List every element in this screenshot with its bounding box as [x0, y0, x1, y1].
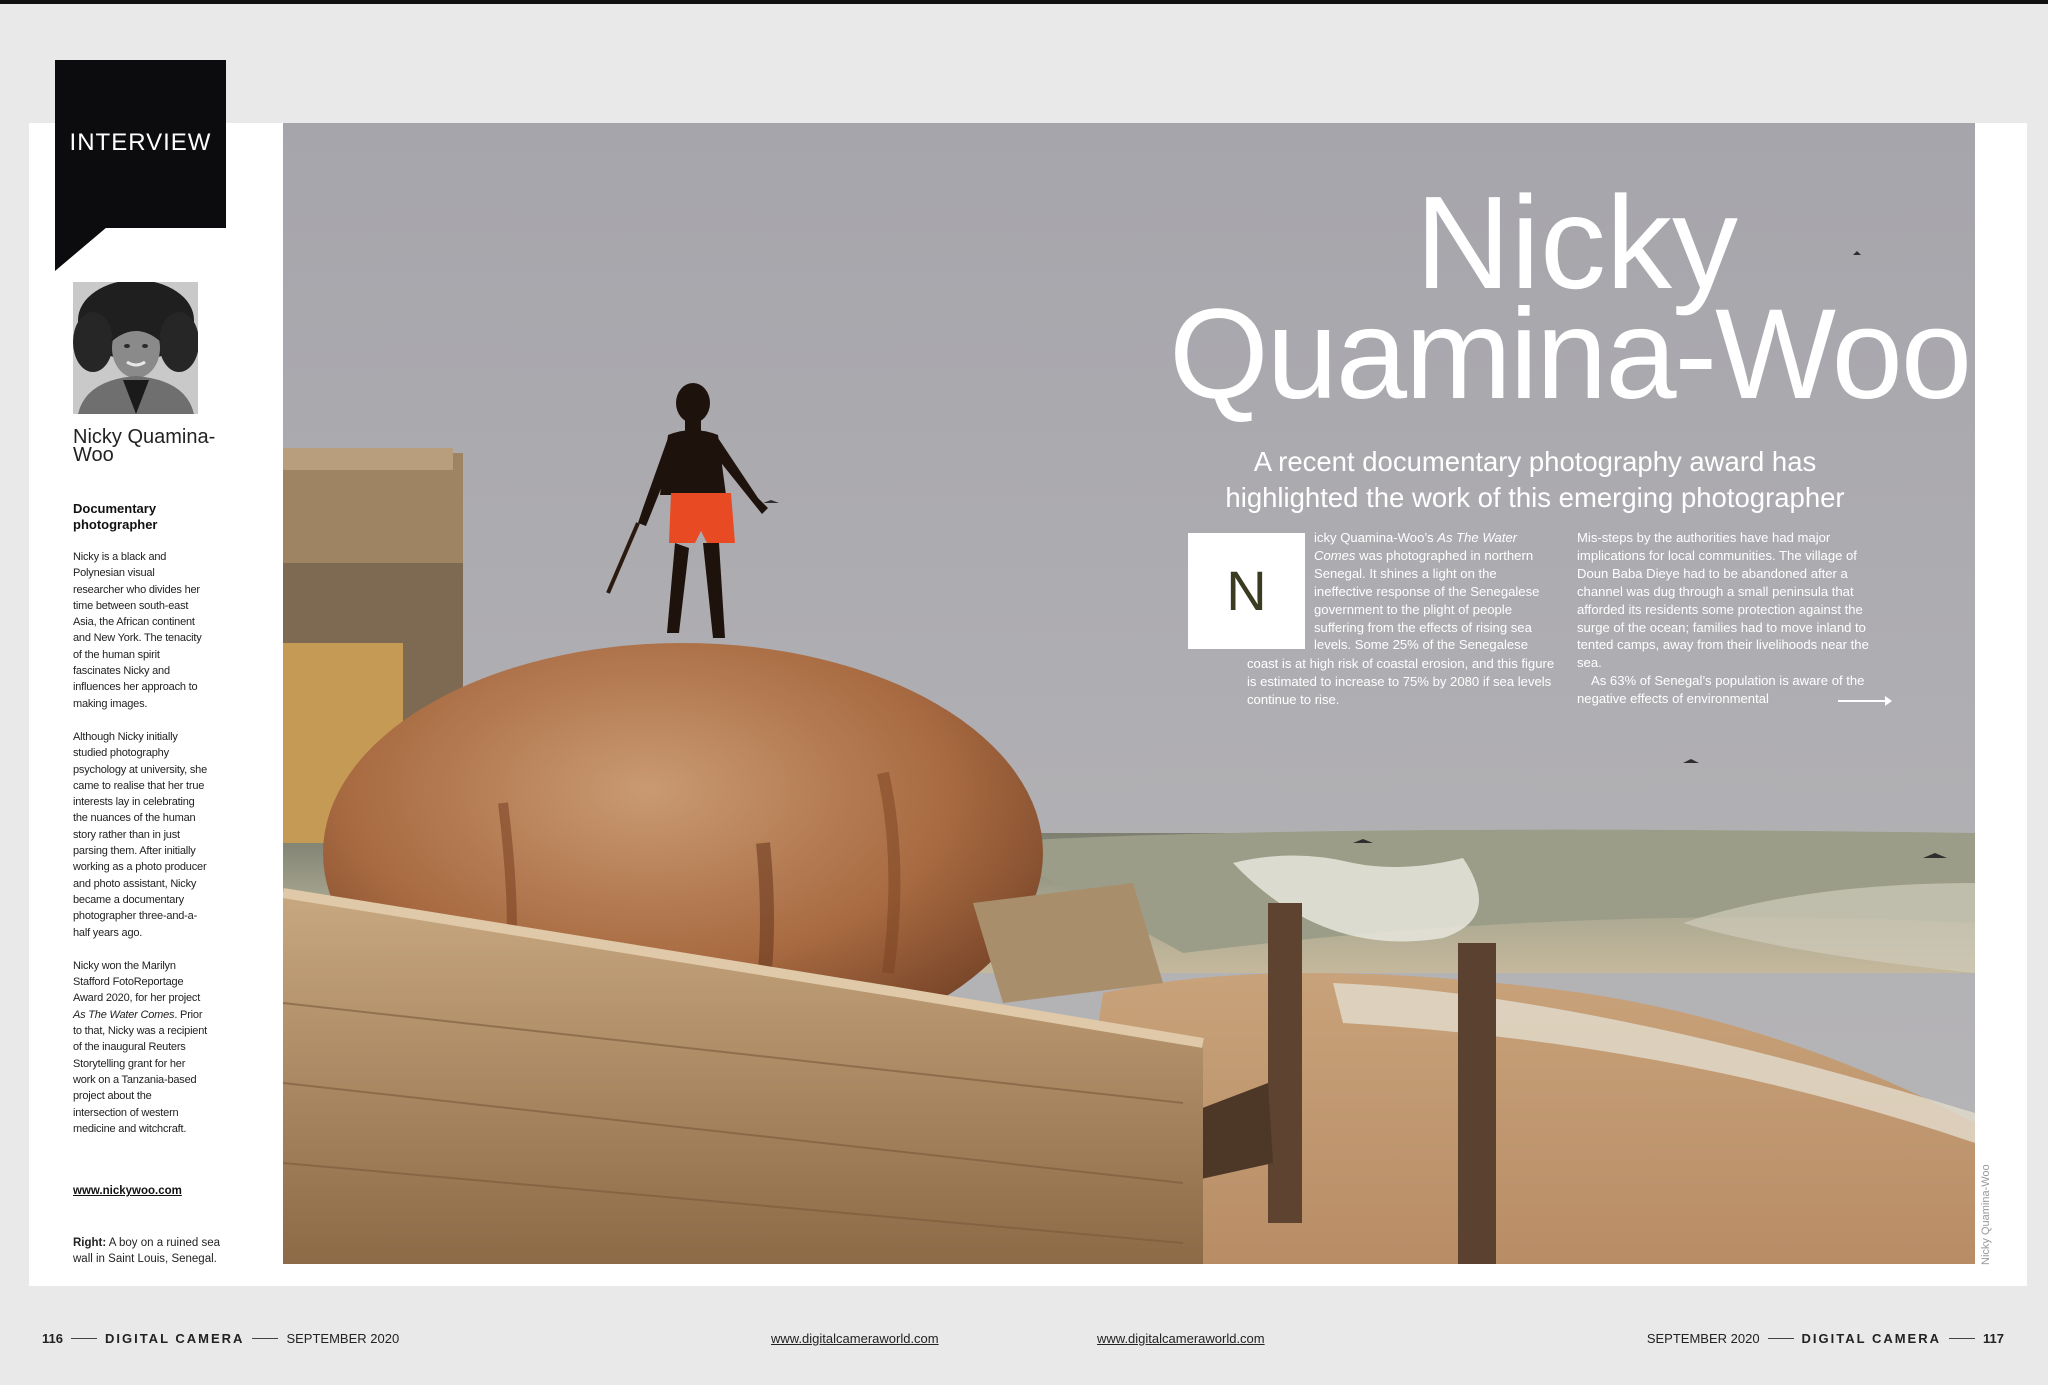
body-text: As 63% of Senegal’s population is aware … — [1577, 673, 1865, 707]
folio-rule — [70, 1338, 97, 1339]
speech-bubble-tail-icon — [55, 227, 107, 271]
page-number: 116 — [42, 1331, 63, 1346]
footer-website-link[interactable]: www.digitalcameraworld.com — [771, 1331, 939, 1346]
body-text-column-1-top: icky Quamina-Woo’s As The Water Comes wa… — [1314, 529, 1554, 654]
bio-paragraph: Nicky is a black and Polynesian visual r… — [73, 551, 202, 710]
issue-date: SEPTEMBER 2020 — [1646, 1331, 1760, 1346]
drop-cap: N — [1188, 533, 1305, 649]
magazine-name: DIGITAL CAMERA — [1801, 1331, 1942, 1346]
body-paragraph: Mis-steps by the authorities have had ma… — [1577, 530, 1869, 671]
footer-website-link[interactable]: www.digitalcameraworld.com — [1097, 1331, 1265, 1346]
photo-caption: Right: A boy on a ruined sea wall in Sai… — [73, 1235, 223, 1267]
issue-date: SEPTEMBER 2020 — [286, 1331, 400, 1346]
standfirst-line: A recent documentary photography award h… — [1253, 446, 1817, 477]
body-paragraph: As 63% of Senegal’s population is aware … — [1577, 672, 1877, 708]
bio-paragraph: Nicky won the Marilyn Stafford FotoRepor… — [73, 958, 208, 1137]
bio-paragraph: Although Nicky initially studied photogr… — [73, 730, 208, 939]
folio-rule — [1767, 1338, 1794, 1339]
photo-credit: Nicky Quamina-Woo — [1980, 1164, 1992, 1265]
article-standfirst: A recent documentary photography award h… — [1170, 444, 1900, 516]
body-text-column-2: Mis-steps by the authorities have had ma… — [1577, 529, 1877, 708]
folio-rule — [252, 1338, 279, 1339]
body-text-column-1-bottom: coast is at high risk of coastal erosion… — [1247, 656, 1555, 707]
project-title: As The Water Comes — [73, 1008, 175, 1021]
body-text: icky Quamina-Woo’s — [1314, 530, 1438, 545]
top-border — [0, 0, 2048, 4]
bio-text: . Prior to that, Nicky was a recipient o… — [73, 1008, 208, 1135]
magazine-name: DIGITAL CAMERA — [104, 1331, 245, 1346]
caption-label: Right: — [73, 1237, 107, 1249]
author-portrait — [73, 282, 198, 414]
bio-text: Nicky won the Marilyn Stafford FotoRepor… — [73, 959, 201, 1005]
author-name: Nicky Quamina-Woo — [73, 426, 216, 466]
folio-right: SEPTEMBER 2020 DIGITAL CAMERA 117 — [1647, 1331, 2004, 1346]
continue-arrow-icon — [1838, 696, 1892, 706]
author-role: Documentary photographer — [73, 501, 158, 532]
body-text: was photographed in northern Senegal. It… — [1314, 547, 1540, 653]
standfirst-line: highlighted the work of this emerging ph… — [1225, 482, 1845, 513]
title-line-surname: Quamina-Woo — [1169, 283, 1972, 426]
folio-rule — [1949, 1338, 1976, 1339]
author-bio: Nicky is a black and Polynesian visual r… — [73, 549, 208, 1154]
section-badge-label: INTERVIEW — [69, 129, 212, 156]
author-website-link[interactable]: www.nickywoo.com — [73, 1185, 182, 1197]
folio-left: 116 DIGITAL CAMERA SEPTEMBER 2020 — [42, 1331, 399, 1346]
section-badge: INTERVIEW — [55, 60, 226, 228]
page-number: 117 — [1983, 1331, 2004, 1346]
article-title: Nicky Quamina-Woo — [1000, 177, 1972, 426]
